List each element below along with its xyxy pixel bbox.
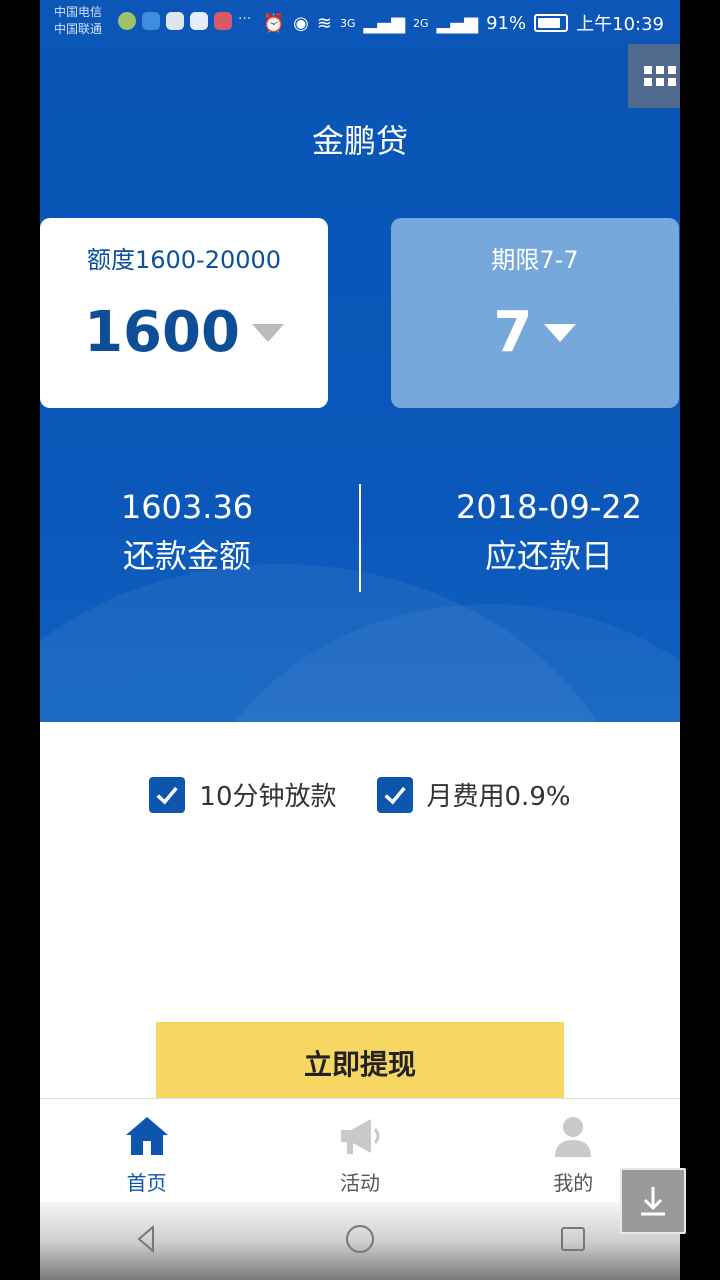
grid-icon	[644, 66, 676, 86]
baidu-icon	[190, 12, 208, 30]
checkbox-checked-icon[interactable]	[376, 776, 413, 813]
tab-home-label: 首页	[126, 1171, 167, 1195]
dropdown-arrow-icon	[251, 323, 284, 342]
signal-1-label: 3G	[339, 16, 356, 30]
due-date-label: 应还款日	[484, 537, 613, 575]
amount-value: 1600	[84, 300, 240, 365]
system-navigation-bar	[40, 1202, 680, 1280]
option-label: 10分钟放款	[199, 782, 337, 812]
app-screen: 中国电信 中国联通 ··· ⏰ ◉ ≋ 3G ▂▄▆ 2G ▂▄▆ 91% 上午…	[40, 0, 680, 1280]
option-label: 月费用0.9%	[426, 782, 571, 812]
battery-icon	[534, 14, 569, 32]
bottom-tab-bar: 首页 活动 我的	[40, 1098, 680, 1203]
user-icon	[550, 1113, 596, 1159]
alarm-icon: ⏰	[262, 12, 286, 34]
home-nav-button[interactable]	[342, 1221, 378, 1261]
option-monthly-fee[interactable]: 月费用0.9%	[376, 776, 571, 813]
signal-2-label: 2G	[413, 16, 429, 30]
telegram-icon	[118, 12, 136, 30]
stat-divider	[359, 484, 361, 592]
signal-1-icon: ▂▄▆	[363, 12, 406, 34]
term-value: 7	[493, 300, 533, 365]
repay-amount-label: 还款金额	[122, 537, 251, 575]
tab-profile-label: 我的	[553, 1171, 594, 1195]
carrier-1: 中国电信	[54, 5, 103, 19]
menu-grid-button[interactable]	[628, 44, 680, 108]
tab-home[interactable]: 首页	[40, 1099, 253, 1203]
hero-section: 金鹏贷 额度1600-20000 1600 期限7-7 7 1603.36 还款…	[40, 44, 680, 722]
status-bar: 中国电信 中国联通 ··· ⏰ ◉ ≋ 3G ▂▄▆ 2G ▂▄▆ 91% 上午…	[40, 0, 680, 44]
eye-icon: ◉	[293, 12, 309, 34]
status-right: ⏰ ◉ ≋ 3G ▂▄▆ 2G ▂▄▆ 91% 上午10:39	[263, 10, 664, 36]
back-nav-button[interactable]	[129, 1221, 165, 1261]
carrier-2: 中国联通	[54, 22, 103, 36]
feature-options: 10分钟放款 月费用0.9%	[40, 776, 680, 813]
download-icon	[641, 1187, 665, 1216]
more-notifications-icon: ···	[238, 11, 252, 27]
download-button[interactable]	[620, 1168, 686, 1234]
app-notification-icon-2	[214, 12, 232, 30]
home-icon	[124, 1113, 170, 1159]
repay-amount-stat: 1603.36 还款金额	[42, 484, 332, 582]
term-selector[interactable]: 期限7-7 7	[391, 218, 679, 408]
withdraw-button[interactable]: 立即提现	[156, 1022, 564, 1104]
clock: 上午10:39	[576, 14, 664, 35]
amount-selector[interactable]: 额度1600-20000 1600	[40, 218, 328, 408]
amount-range-label: 额度1600-20000	[86, 246, 282, 274]
signal-2-icon: ▂▄▆	[436, 12, 479, 34]
shield-app-icon	[142, 12, 160, 30]
megaphone-icon	[337, 1113, 383, 1159]
wifi-icon: ≋	[316, 12, 332, 34]
recents-nav-button[interactable]	[555, 1221, 591, 1261]
option-fast-loan[interactable]: 10分钟放款	[149, 776, 337, 813]
checkbox-checked-icon[interactable]	[149, 776, 186, 813]
carrier-info: 中国电信 中国联通	[54, 4, 102, 38]
tab-activity-label: 活动	[339, 1171, 380, 1195]
due-date-stat: 2018-09-22 应还款日	[404, 484, 680, 582]
battery-percent: 91%	[486, 12, 527, 34]
page-title: 金鹏贷	[311, 122, 408, 160]
notification-icons: ···	[118, 12, 251, 30]
term-range-label: 期限7-7	[491, 246, 579, 274]
app-notification-icon	[166, 12, 184, 30]
tab-activity[interactable]: 活动	[253, 1099, 466, 1203]
due-date-value: 2018-09-22	[456, 488, 642, 526]
repay-amount-value: 1603.36	[120, 488, 254, 526]
dropdown-arrow-icon	[544, 323, 577, 342]
